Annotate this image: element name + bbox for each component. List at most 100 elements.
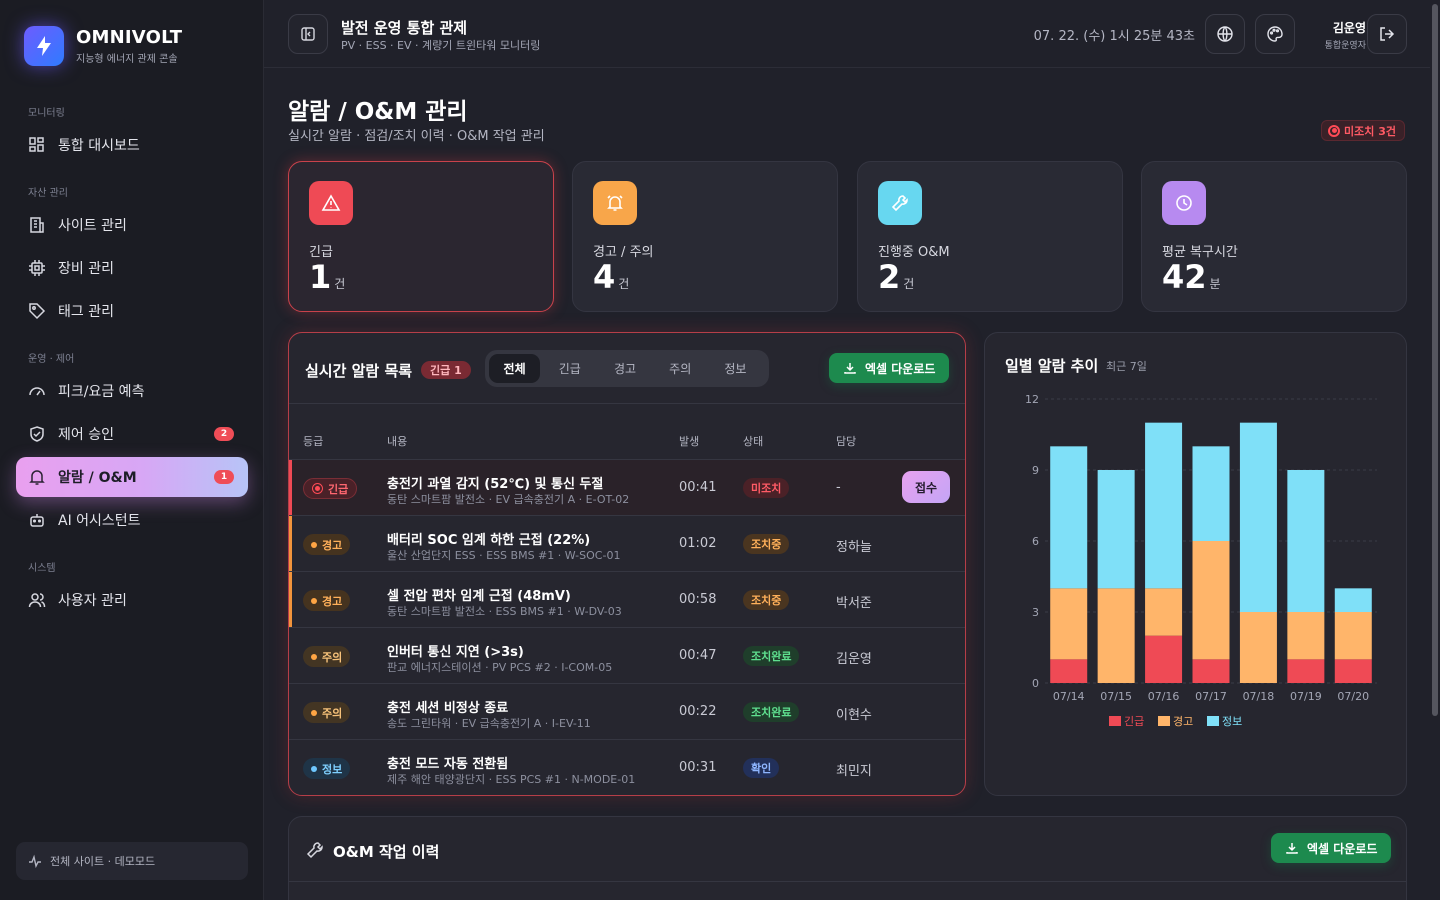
column-header-content[interactable]: 내용 — [387, 433, 407, 449]
bar-segment — [1239, 422, 1277, 612]
severity-filter-tabs: 전체 긴급 경고 주의 정보 — [485, 350, 769, 387]
om-history-panel: O&M 작업 이력 엑셀 다운로드 — [288, 816, 1407, 900]
top-header: 발전 운영 통합 관제 PV · ESS · EV · 계량기 트윈타워 모니터… — [264, 0, 1430, 68]
table-row[interactable]: 주의 인버터 통신 지연 (>3s) 판교 에너지스테이션 · PV PCS #… — [289, 627, 965, 683]
user-profile[interactable]: 김운영 통합운영자 — [1304, 19, 1366, 51]
sidebar: OMNIVOLT 지능형 에너지 관제 콘솔 모니터링 통합 대시보드 자산 관… — [0, 0, 264, 900]
warning-triangle-icon — [309, 181, 353, 225]
critical-dot-icon — [312, 483, 323, 494]
row-accent-bar — [289, 516, 292, 571]
alarm-excel-download-button[interactable]: 엑셀 다운로드 — [829, 353, 950, 383]
alarm-source: 제주 해안 태양광단지 · ESS PCS #1 · N-MODE-01 — [387, 773, 636, 786]
x-tick-label: 07/15 — [1100, 690, 1132, 703]
legend-label: 경고 — [1173, 715, 1193, 728]
sidebar-item-sites[interactable]: 사이트 관리 — [16, 205, 248, 245]
sidebar-item-alarm-om[interactable]: 알람 / O&M 1 — [16, 457, 248, 497]
grid-icon — [29, 137, 44, 152]
alarm-owner: 박서준 — [836, 596, 872, 611]
table-row[interactable]: 긴급 충전기 과열 감지 (52℃) 및 통신 두절 동탄 스마트팜 발전소 ·… — [289, 459, 965, 515]
column-header-time[interactable]: 발생 — [679, 433, 699, 449]
severity-badge: 주의 — [303, 646, 351, 667]
y-tick-label: 9 — [1032, 464, 1039, 477]
stat-value: 2건 — [878, 258, 915, 296]
nav-section-monitoring: 모니터링 — [28, 108, 65, 119]
status-badge: 확인 — [743, 758, 780, 778]
sidebar-item-label: 사이트 관리 — [58, 218, 127, 234]
site-scope-selector[interactable]: 전체 사이트 · 데모모드 — [16, 842, 248, 880]
brand[interactable]: OMNIVOLT 지능형 에너지 관제 콘솔 — [24, 26, 182, 66]
sidebar-item-peak-forecast[interactable]: 피크/요금 예측 — [16, 371, 248, 411]
language-button[interactable] — [1205, 14, 1245, 54]
sidebar-toggle-button[interactable] — [288, 14, 328, 54]
x-tick-label: 07/18 — [1243, 690, 1275, 703]
logout-button[interactable] — [1367, 14, 1407, 54]
alarm-owner: 정하늘 — [836, 540, 872, 555]
stat-card-warning[interactable]: 경고 / 주의 4건 — [572, 161, 838, 312]
stat-card-avg-recovery[interactable]: 평균 복구시간 42 분 — [1141, 161, 1407, 312]
unacknowledged-badge[interactable]: 미조치 3건 — [1321, 120, 1405, 141]
bar-segment — [1050, 659, 1088, 683]
severity-badge: 경고 — [303, 590, 351, 611]
y-tick-label: 3 — [1032, 606, 1039, 619]
legend-swatch — [1109, 716, 1121, 726]
acknowledge-button[interactable]: 접수 — [902, 471, 950, 503]
table-row[interactable]: 경고 셀 전압 편차 임계 근접 (48mV) 동탄 스마트팜 발전소 · ES… — [289, 571, 965, 627]
tab-critical[interactable]: 긴급 — [544, 354, 595, 383]
chip-icon — [29, 260, 45, 276]
column-header-severity[interactable]: 등급 — [303, 433, 323, 449]
sidebar-item-dashboard[interactable]: 통합 대시보드 — [16, 125, 248, 165]
user-name: 김운영 — [1332, 21, 1366, 35]
tab-warning[interactable]: 경고 — [599, 354, 650, 383]
sidebar-item-equipment[interactable]: 장비 관리 — [16, 248, 248, 288]
alarm-time: 00:31 — [679, 760, 717, 775]
bar-segment — [1050, 588, 1088, 660]
pulse-icon — [29, 854, 41, 868]
sidebar-item-users[interactable]: 사용자 관리 — [16, 580, 248, 620]
x-tick-label: 07/14 — [1053, 690, 1085, 703]
alarm-time: 00:47 — [679, 648, 717, 663]
page-scrollbar[interactable] — [1432, 4, 1438, 716]
table-row[interactable]: 주의 충전 세션 비정상 종료 송도 그린타워 · EV 급속충전기 A · I… — [289, 683, 965, 739]
status-badge: 조치중 — [743, 590, 790, 610]
severity-badge: 주의 — [303, 702, 351, 723]
panel-left-icon — [301, 27, 315, 41]
stat-card-om-in-progress[interactable]: 진행중 O&M 2건 — [857, 161, 1123, 312]
bar-segment — [1145, 635, 1183, 683]
theme-button[interactable] — [1255, 14, 1295, 54]
bar-segment — [1287, 612, 1325, 660]
users-icon — [28, 593, 46, 608]
shield-check-icon — [30, 426, 44, 442]
bar-segment — [1097, 470, 1135, 589]
clock-icon — [1162, 181, 1206, 225]
status-badge: 미조치 — [743, 478, 790, 498]
bell-icon — [29, 470, 45, 485]
alarm-title: 충전 모드 자동 전환됨 — [387, 757, 509, 772]
sidebar-item-label: 제어 승인 — [58, 427, 114, 443]
alarm-time: 00:41 — [679, 480, 717, 495]
status-badge: 조치완료 — [743, 646, 800, 666]
alarm-time: 00:58 — [679, 592, 717, 607]
alarm-source: 송도 그린타워 · EV 급속충전기 A · I-EV-11 — [387, 717, 591, 730]
bar-segment — [1097, 588, 1135, 683]
tab-all[interactable]: 전체 — [489, 354, 541, 383]
legend-label: 정보 — [1222, 715, 1242, 728]
column-header-status[interactable]: 상태 — [743, 433, 763, 449]
sidebar-item-label: 피크/요금 예측 — [58, 384, 145, 400]
tab-info[interactable]: 정보 — [710, 354, 761, 383]
tab-caution[interactable]: 주의 — [655, 354, 706, 383]
table-row[interactable]: 경고 배터리 SOC 임계 하한 근접 (22%) 울산 산업단지 ESS · … — [289, 515, 965, 571]
table-row[interactable]: 정보 충전 모드 자동 전환됨 제주 해안 태양광단지 · ESS PCS #1… — [289, 739, 965, 795]
y-tick-label: 6 — [1032, 535, 1039, 548]
sidebar-item-ai-assistant[interactable]: AI 어시스턴트 — [16, 500, 248, 540]
sidebar-item-control-approval[interactable]: 제어 승인 2 — [16, 414, 248, 454]
row-accent-bar — [289, 460, 292, 515]
legend-label: 긴급 — [1124, 715, 1144, 728]
alarm-source: 판교 에너지스테이션 · PV PCS #2 · I-COM-05 — [387, 661, 613, 674]
bar-segment — [1334, 659, 1372, 683]
stat-card-critical[interactable]: 긴급 1건 — [288, 161, 554, 312]
column-header-owner[interactable]: 담당 — [836, 433, 856, 449]
om-excel-download-button[interactable]: 엑셀 다운로드 — [1271, 833, 1392, 863]
sidebar-item-tags[interactable]: 태그 관리 — [16, 291, 248, 331]
wrench-icon — [878, 181, 922, 225]
sidebar-item-label: 알람 / O&M — [58, 470, 137, 486]
